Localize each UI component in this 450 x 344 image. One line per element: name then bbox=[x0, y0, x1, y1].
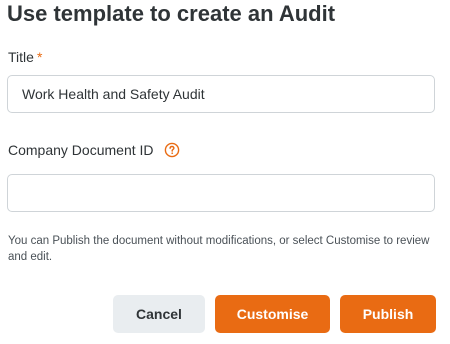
publish-hint-text: You can Publish the document without mod… bbox=[8, 235, 430, 263]
title-input[interactable] bbox=[7, 75, 435, 113]
publish-button[interactable]: Publish bbox=[340, 295, 436, 333]
document-id-field-label: Company Document ID bbox=[8, 141, 180, 159]
document-id-label-text: Company Document ID bbox=[8, 142, 154, 158]
document-id-input[interactable] bbox=[7, 174, 435, 212]
dialog-title: Use template to create an Audit bbox=[7, 1, 336, 26]
create-audit-dialog: Use template to create an Audit Title* C… bbox=[0, 0, 450, 344]
title-label-text: Title bbox=[8, 49, 34, 65]
cancel-button[interactable]: Cancel bbox=[113, 295, 205, 333]
required-asterisk: * bbox=[36, 49, 43, 65]
question-circle-icon[interactable] bbox=[164, 142, 180, 158]
customise-button[interactable]: Customise bbox=[215, 295, 330, 333]
title-field-label: Title * bbox=[8, 48, 42, 66]
